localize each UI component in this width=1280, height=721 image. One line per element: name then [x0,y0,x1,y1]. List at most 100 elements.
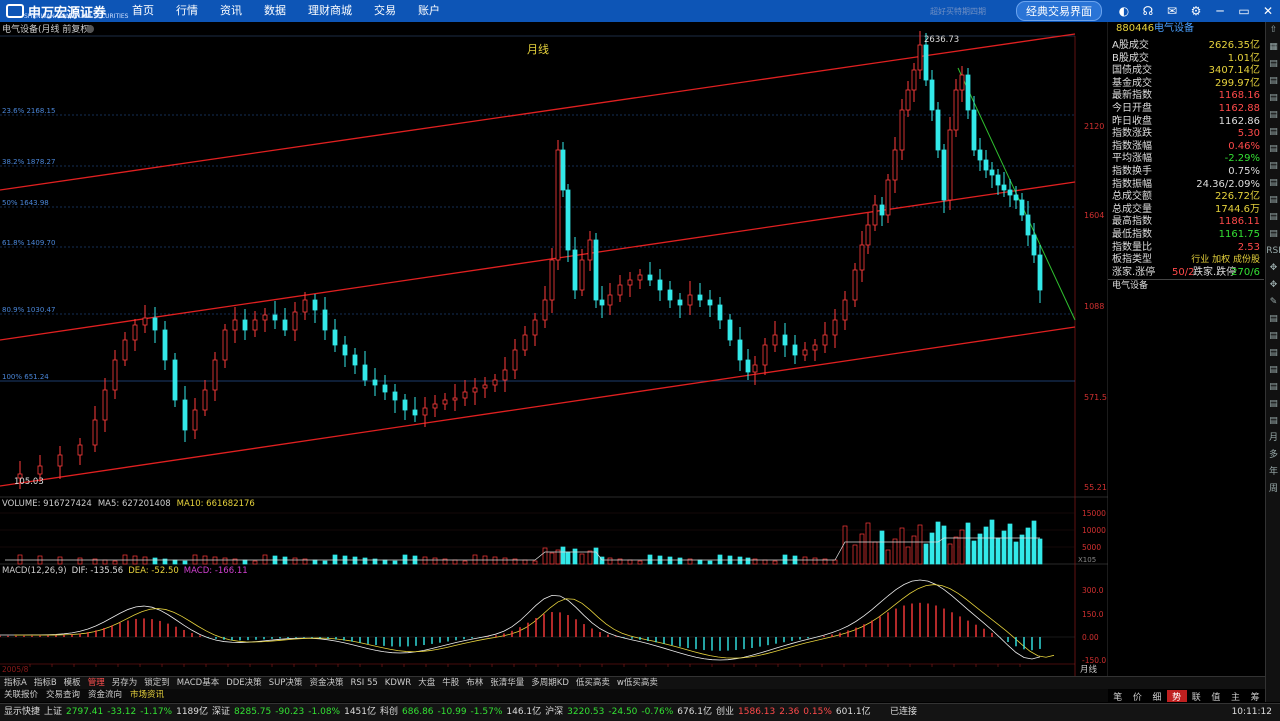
toolbar-button[interactable]: ▤ [1266,311,1280,328]
indicator-tab[interactable]: RSI 55 [350,678,377,688]
status-item[interactable]: 显示快捷 [4,707,40,717]
sub-tab[interactable]: 交易查询 [46,690,80,700]
sub-tab[interactable]: 关联报价 [4,690,38,700]
info-key: 最低指数 [1112,228,1152,240]
toolbar-button[interactable]: 周 [1266,481,1280,498]
menu-item-6[interactable]: 账户 [418,0,440,22]
menu-item-4[interactable]: 理财商城 [308,0,352,22]
indicator-tab[interactable]: 张清华量 [490,678,524,688]
indicator-tab[interactable]: 布林 [466,678,483,688]
indicator-tab[interactable]: 低买高卖 [576,678,610,688]
chart-settings-icon[interactable] [86,25,94,33]
volume-bar [989,519,995,565]
volume-bar [77,557,83,565]
toolbar-button[interactable]: 年 [1266,464,1280,481]
toolbar-button[interactable]: 月 [1266,430,1280,447]
volume-bar [17,554,23,565]
toolbar-button[interactable]: ✥ [1266,277,1280,294]
toolbar-button[interactable]: 多 [1266,447,1280,464]
info-row: 总成交量 1744.6万 [1108,204,1264,217]
menu-item-5[interactable]: 交易 [374,0,396,22]
classic-trade-button[interactable]: 经典交易界面 [1016,1,1102,21]
candle-body [382,384,388,393]
sub-tab-bar: 关联报价 交易查询 资金流向 市场资讯 [0,689,1108,702]
right-tab[interactable]: 主 [1226,690,1246,703]
menu-item-2[interactable]: 资讯 [220,0,242,22]
toolbar-button[interactable]: ⇧ [1266,22,1280,39]
indicator-tab[interactable]: DDE决策 [226,678,261,688]
candle-body [572,249,578,291]
settings-icon[interactable]: ⚙ [1189,4,1203,18]
volume-bar [983,526,989,565]
volume-bar [1037,538,1043,565]
indicator-tab[interactable]: 牛股 [442,678,459,688]
toolbar-button[interactable]: ▤ [1266,345,1280,362]
minimize-icon[interactable]: ─ [1213,4,1227,18]
candle-body [717,304,723,321]
toolbar-button[interactable]: ▤ [1266,413,1280,430]
volume-bar [872,541,878,565]
toolbar-button[interactable]: ▤ [1266,192,1280,209]
status-item: 沪深 [545,707,564,717]
toolbar-button[interactable]: ▦ [1266,39,1280,56]
mail-icon[interactable]: ✉ [1165,4,1179,18]
index-header: 880446 电气设备 [1108,22,1264,36]
indicator-tab[interactable]: 锁定到 [144,678,170,688]
maximize-icon[interactable]: ▭ [1237,4,1251,18]
toolbar-button[interactable]: ▤ [1266,124,1280,141]
toolbar-button[interactable]: ▤ [1266,107,1280,124]
right-tab[interactable]: 筹 [1245,690,1265,703]
volume-bar [899,527,905,565]
toolbar-button[interactable]: ▤ [1266,175,1280,192]
toolbar-button[interactable]: ▤ [1266,158,1280,175]
macd-axis-label: -150.0 [1082,656,1106,665]
toolbar-button[interactable]: ▤ [1266,141,1280,158]
candle-body [687,294,693,306]
indicator-tab[interactable]: 大盘 [418,678,435,688]
indicator-tab[interactable]: 指标A [4,678,27,688]
toolbar-button[interactable]: ▤ [1266,209,1280,226]
headset-icon[interactable]: ☊ [1141,4,1155,18]
indicator-tab[interactable]: 另存为 [112,678,138,688]
candle-body [132,324,138,341]
toolbar-button[interactable]: ▤ [1266,379,1280,396]
indicator-tab[interactable]: KDWR [385,678,411,688]
toolbar-button[interactable]: ▤ [1266,226,1280,243]
toolbar-button[interactable]: ▤ [1266,362,1280,379]
right-tab[interactable]: 联 [1187,690,1207,703]
toolbar-button[interactable]: ▤ [1266,90,1280,107]
indicator-tab[interactable]: 多周期KD [531,678,569,688]
sub-tab[interactable]: 市场资讯 [130,690,164,700]
right-tab[interactable]: 值 [1206,690,1226,703]
toolbar-button[interactable]: ▤ [1266,73,1280,90]
menu-item-1[interactable]: 行情 [176,0,198,22]
indicator-tab[interactable]: w低买高卖 [617,678,658,688]
volume-bar [522,559,528,565]
toolbar-button[interactable]: ▤ [1266,56,1280,73]
toolbar-button[interactable]: RSI [1266,243,1280,260]
toolbar-button[interactable]: ▤ [1266,396,1280,413]
right-tab[interactable]: 细 [1147,690,1167,703]
indicator-tab[interactable]: 管理 [88,678,105,688]
toolbar-button[interactable]: ✎ [1266,294,1280,311]
right-tab[interactable]: 价 [1128,690,1148,703]
candle-body [102,389,108,421]
menu-item-3[interactable]: 数据 [264,0,286,22]
sub-tab[interactable]: 资金流向 [88,690,122,700]
right-tab[interactable]: 势 [1166,690,1187,703]
volume-bar [995,537,1001,565]
right-tab[interactable]: 笔 [1108,690,1128,703]
volume-bar [172,559,178,565]
candle-body [122,339,128,361]
toolbar-button[interactable]: ✥ [1266,260,1280,277]
menu-item-0[interactable]: 首页 [132,0,154,22]
toolbar-button[interactable]: ▤ [1266,328,1280,345]
skin-icon[interactable]: ◐ [1117,4,1131,18]
indicator-tab[interactable]: 指标B [34,678,57,688]
close-icon[interactable]: ✕ [1261,4,1275,18]
indicator-tab[interactable]: 模板 [64,678,81,688]
kline-chart[interactable]: 电气设备(月线 前复权) 月线 23.6% 2168.15 38.2% 1878.… [0,22,1108,676]
indicator-tab[interactable]: MACD基本 [177,678,219,688]
indicator-tab[interactable]: 资金决策 [309,678,343,688]
indicator-tab[interactable]: SUP决策 [269,678,303,688]
